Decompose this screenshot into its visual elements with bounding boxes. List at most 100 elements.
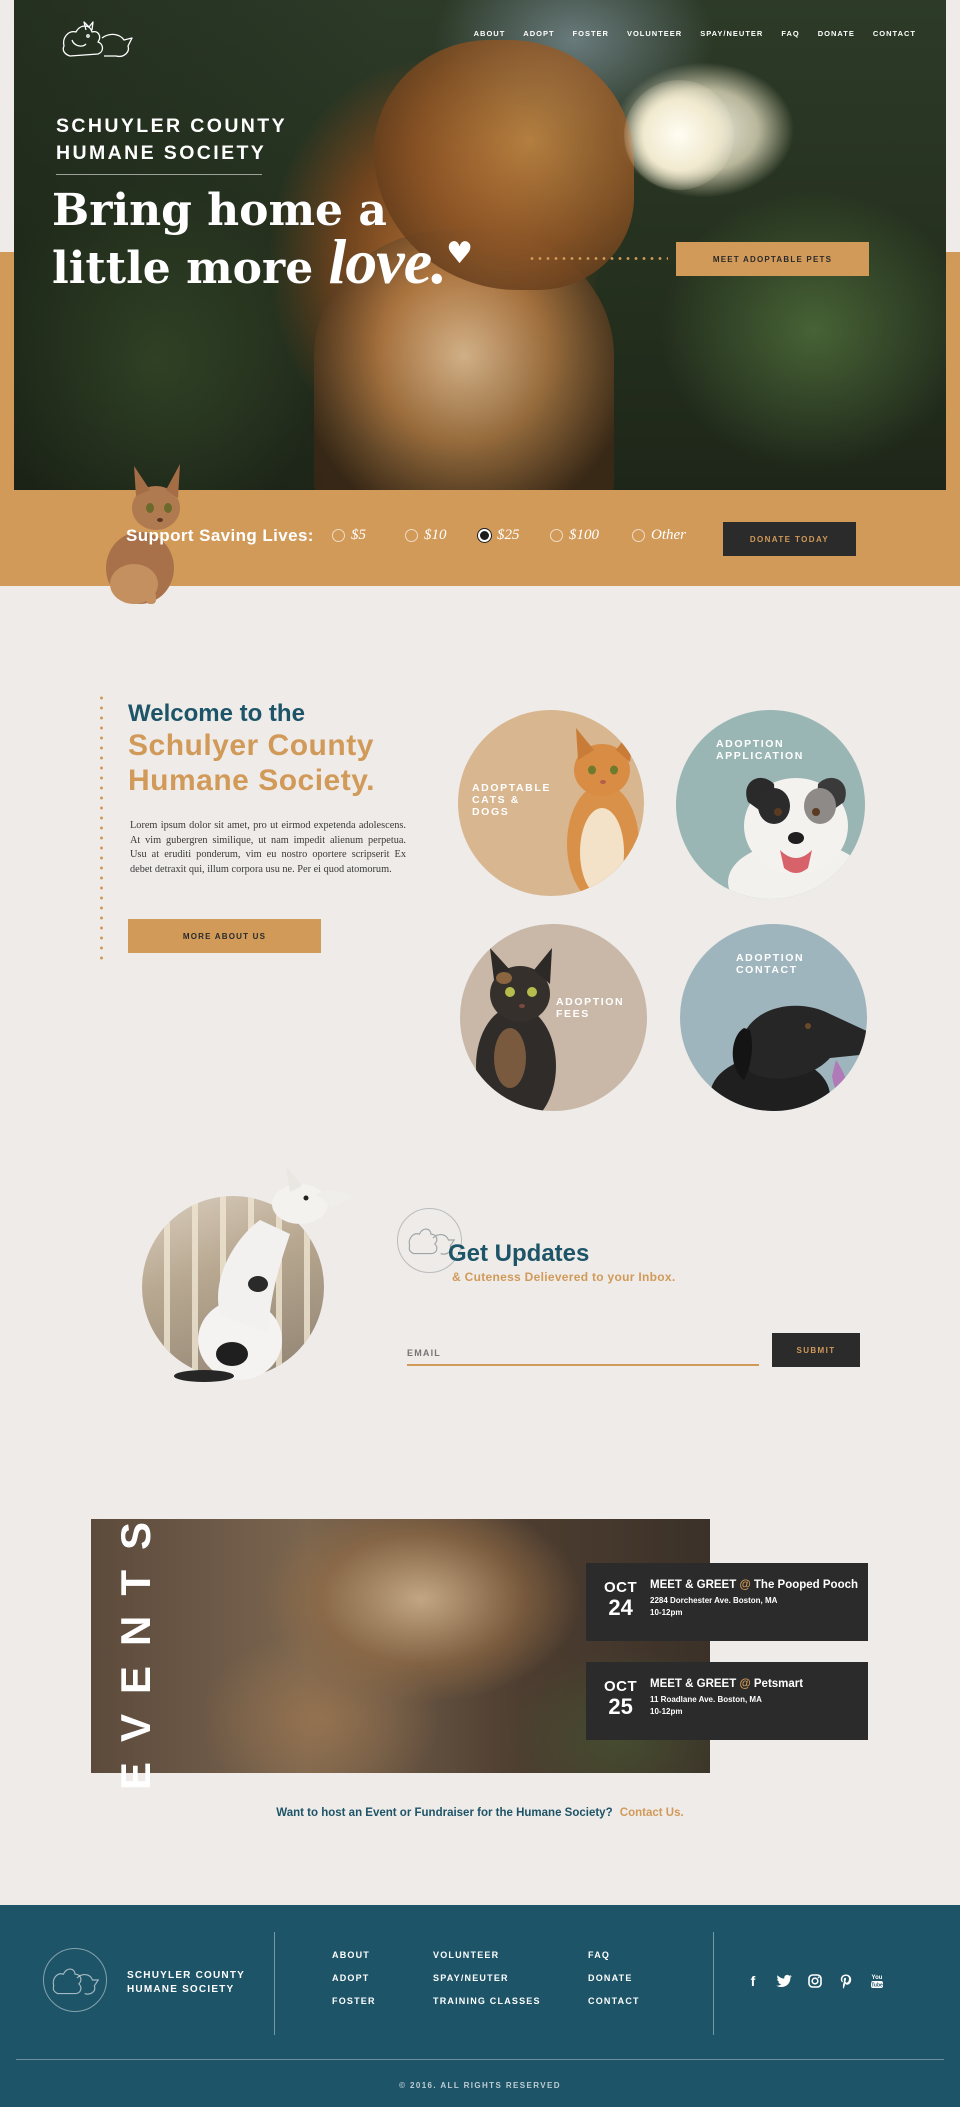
tile-label-line: APPLICATION xyxy=(716,750,804,762)
main-nav: ABOUT ADOPT FOSTER VOLUNTEER SPAY/NEUTER… xyxy=(474,29,916,38)
contact-us-link[interactable]: Contact Us. xyxy=(620,1807,684,1819)
event-card[interactable]: OCT 24 MEET & GREET @ The Pooped Pooch 2… xyxy=(586,1563,868,1641)
nav-spay-neuter[interactable]: SPAY/NEUTER xyxy=(700,29,763,38)
pinterest-icon[interactable] xyxy=(838,1973,854,1989)
event-at: @ xyxy=(739,1579,751,1591)
radio-icon[interactable] xyxy=(632,529,645,542)
nav-contact[interactable]: CONTACT xyxy=(873,29,916,38)
nav-about[interactable]: ABOUT xyxy=(474,29,506,38)
tile-adoption-contact[interactable]: ADOPTION CONTACT xyxy=(680,924,867,1111)
tile-label-line: FEES xyxy=(556,1008,590,1020)
welcome-dotted-line xyxy=(100,693,103,963)
submit-button[interactable]: SUBMIT xyxy=(772,1333,860,1367)
tile-adoption-application[interactable]: ADOPTION APPLICATION xyxy=(676,710,865,899)
youtube-icon[interactable]: You Tube xyxy=(869,1973,885,1989)
welcome-title-line1: Schulyer County xyxy=(128,729,374,762)
hero-dotted-line xyxy=(528,257,668,260)
donate-option-label: $100 xyxy=(569,527,599,543)
updates-title: Get Updates xyxy=(448,1240,590,1267)
footer-logo-icon[interactable] xyxy=(43,1948,107,2012)
svg-text:Tube: Tube xyxy=(871,1983,883,1989)
tile-label-line: DOGS xyxy=(472,806,510,818)
nav-faq[interactable]: FAQ xyxy=(781,29,799,38)
tile-label-line: ADOPTION xyxy=(716,738,785,750)
footer-org-name: SCHUYLER COUNTY HUMANE SOCIETY xyxy=(127,1969,245,1997)
event-address: 11 Roadlane Ave. Boston, MA xyxy=(650,1695,762,1704)
svg-text:You: You xyxy=(872,1975,883,1981)
footer-link-volunteer[interactable]: VOLUNTEER xyxy=(433,1950,541,1973)
social-links: f You Tube xyxy=(745,1973,885,1989)
hero-org-line1: SCHUYLER COUNTY xyxy=(56,115,288,137)
footer: SCHUYLER COUNTY HUMANE SOCIETY ABOUT ADO… xyxy=(0,1905,960,2107)
instagram-icon[interactable] xyxy=(807,1973,823,1989)
event-title-text: MEET & GREET xyxy=(650,1579,737,1591)
event-address: 2284 Dorchester Ave. Boston, MA xyxy=(650,1596,778,1605)
event-title: MEET & GREET @ Petsmart xyxy=(650,1678,803,1690)
event-at: @ xyxy=(739,1678,751,1690)
event-month: OCT xyxy=(604,1579,638,1596)
cat-orange-image xyxy=(567,726,639,896)
welcome-title-line2: Humane Society. xyxy=(128,764,376,797)
more-about-us-button[interactable]: MORE ABOUT US xyxy=(128,919,321,953)
footer-org-line1: SCHUYLER COUNTY xyxy=(127,1970,246,1981)
cat-tortoiseshell-image xyxy=(476,948,556,1111)
radio-selected-icon[interactable] xyxy=(478,529,491,542)
facebook-icon[interactable]: f xyxy=(745,1973,761,1989)
event-date: OCT 25 xyxy=(604,1678,637,1719)
donate-option-100[interactable]: $100 xyxy=(550,527,599,544)
footer-link-about[interactable]: ABOUT xyxy=(332,1950,376,1973)
tile-label: ADOPTION CONTACT xyxy=(736,952,804,976)
footer-link-foster[interactable]: FOSTER xyxy=(332,1996,376,2019)
tile-label-line: CATS & xyxy=(472,794,520,806)
support-label: Support Saving Lives: xyxy=(126,526,314,545)
radio-icon[interactable] xyxy=(332,529,345,542)
footer-link-training-classes[interactable]: TRAINING CLASSES xyxy=(433,1996,541,2019)
donate-option-label: Other xyxy=(651,527,686,543)
twitter-icon[interactable] xyxy=(776,1973,792,1989)
copyright: © 2016. ALL RIGHTS RESERVED xyxy=(399,2081,561,2090)
tile-label-line: CONTACT xyxy=(736,964,798,976)
footer-divider xyxy=(274,1932,275,2035)
nav-donate[interactable]: DONATE xyxy=(818,29,855,38)
dog-black-lab-image xyxy=(710,1005,867,1111)
welcome-title: Schulyer County Humane Society. xyxy=(128,728,428,798)
footer-links-col3: FAQ DONATE CONTACT xyxy=(588,1950,640,2019)
tile-label: ADOPTABLE CATS & DOGS xyxy=(472,782,551,818)
donate-today-button[interactable]: DONATE TODAY xyxy=(723,522,856,556)
donate-option-other[interactable]: Other xyxy=(632,527,686,544)
meet-adoptable-pets-button[interactable]: MEET ADOPTABLE PETS xyxy=(676,242,869,276)
hero-divider xyxy=(56,174,262,175)
footer-link-faq[interactable]: FAQ xyxy=(588,1950,640,1973)
footer-divider xyxy=(713,1932,714,2035)
tile-adoptable-cats-dogs[interactable]: ADOPTABLE CATS & DOGS xyxy=(458,710,644,896)
event-day: 24 xyxy=(608,1595,633,1620)
hero-org-line2: HUMANE SOCIETY xyxy=(56,142,267,164)
donate-option-label: $25 xyxy=(497,527,520,543)
donate-option-10[interactable]: $10 xyxy=(405,527,447,544)
event-day: 25 xyxy=(608,1694,633,1719)
footer-link-contact[interactable]: CONTACT xyxy=(588,1996,640,2019)
tile-label: ADOPTION FEES xyxy=(556,996,624,1020)
email-input[interactable] xyxy=(407,1330,759,1366)
footer-link-spay-neuter[interactable]: SPAY/NEUTER xyxy=(433,1973,541,1996)
radio-icon[interactable] xyxy=(550,529,563,542)
donate-option-5[interactable]: $5 xyxy=(332,527,366,544)
nav-adopt[interactable]: ADOPT xyxy=(523,29,554,38)
tile-adoption-fees[interactable]: ADOPTION FEES xyxy=(460,924,647,1111)
event-card[interactable]: OCT 25 MEET & GREET @ Petsmart 11 Roadla… xyxy=(586,1662,868,1740)
host-event-text: Want to host an Event or Fundraiser for … xyxy=(0,1807,960,1819)
events-heading-text: EVENTS xyxy=(112,1501,159,1791)
nav-volunteer[interactable]: VOLUNTEER xyxy=(627,29,682,38)
tile-label: ADOPTION APPLICATION xyxy=(716,738,804,762)
tile-label-line: ADOPTION xyxy=(556,996,625,1008)
footer-link-adopt[interactable]: ADOPT xyxy=(332,1973,376,1996)
footer-rule xyxy=(16,2059,944,2060)
footer-link-donate[interactable]: DONATE xyxy=(588,1973,640,1996)
logo-icon[interactable] xyxy=(58,16,140,66)
footer-links-col1: ABOUT ADOPT FOSTER xyxy=(332,1950,376,2019)
welcome-title-small: Welcome to the xyxy=(128,700,305,727)
donate-option-25[interactable]: $25 xyxy=(478,527,520,544)
radio-icon[interactable] xyxy=(405,529,418,542)
nav-foster[interactable]: FOSTER xyxy=(573,29,609,38)
event-title: MEET & GREET @ The Pooped Pooch xyxy=(650,1579,858,1591)
